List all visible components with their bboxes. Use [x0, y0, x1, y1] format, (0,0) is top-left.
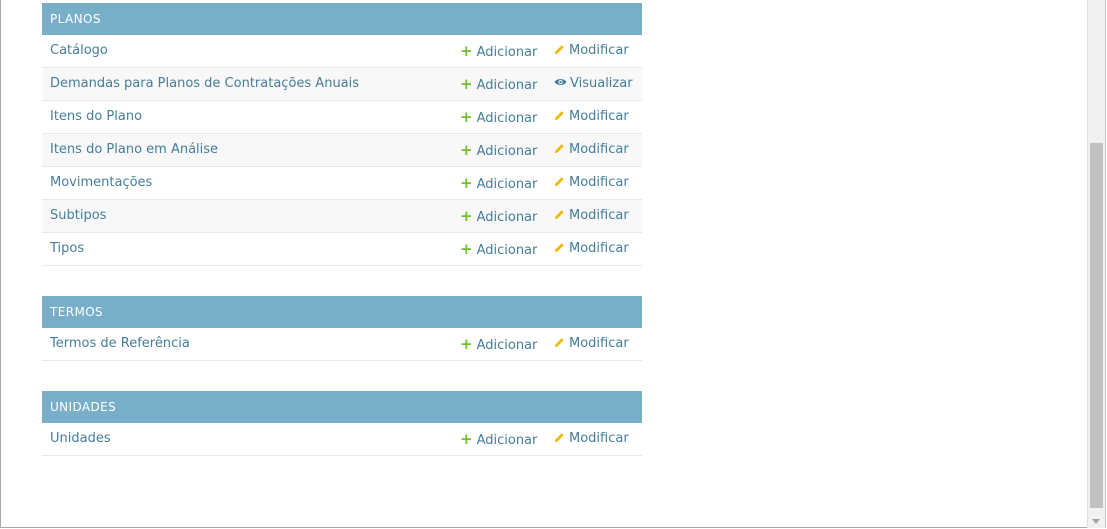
- change-link[interactable]: Modificar: [554, 423, 629, 455]
- model-link-tipos[interactable]: Tipos: [50, 233, 84, 265]
- add-link[interactable]: + Adicionar: [460, 68, 537, 102]
- add-link[interactable]: + Adicionar: [460, 35, 537, 69]
- add-label: Adicionar: [476, 210, 538, 225]
- module-planos: PLANOS Catálogo + Adicionar Modificar Dem…: [42, 3, 642, 266]
- change-label: Modificar: [569, 208, 629, 223]
- pencil-icon: [554, 338, 564, 348]
- add-link[interactable]: + Adicionar: [460, 101, 537, 135]
- change-label: Modificar: [569, 241, 629, 256]
- view-link[interactable]: Visualizar: [554, 68, 633, 100]
- table-row: Tipos + Adicionar Modificar: [42, 233, 642, 266]
- table-row: Termos de Referência + Adicionar Modifica…: [42, 328, 642, 361]
- add-link[interactable]: + Adicionar: [460, 328, 537, 362]
- plus-icon: +: [460, 42, 473, 60]
- view-label: Visualizar: [570, 76, 633, 91]
- plus-icon: +: [460, 335, 473, 353]
- module-unidades: UNIDADES Unidades + Adicionar Modificar: [42, 391, 642, 456]
- plus-icon: +: [460, 207, 473, 225]
- model-link-itens-em-analise[interactable]: Itens do Plano em Análise: [50, 134, 218, 166]
- change-label: Modificar: [569, 109, 629, 124]
- pencil-icon: [554, 243, 564, 253]
- scrollbar-thumb[interactable]: [1090, 143, 1103, 508]
- module-caption[interactable]: PLANOS: [42, 3, 642, 35]
- add-label: Adicionar: [476, 45, 538, 60]
- table-row: Movimentações + Adicionar Modificar: [42, 167, 642, 200]
- add-link[interactable]: + Adicionar: [460, 167, 537, 201]
- add-label: Adicionar: [476, 78, 538, 93]
- plus-icon: +: [460, 174, 473, 192]
- plus-icon: +: [460, 141, 473, 159]
- table-row: Catálogo + Adicionar Modificar: [42, 35, 642, 68]
- pencil-icon: [554, 45, 564, 55]
- model-link-movimentacoes[interactable]: Movimentações: [50, 167, 152, 199]
- change-label: Modificar: [569, 175, 629, 190]
- model-link-unidades[interactable]: Unidades: [50, 423, 111, 455]
- plus-icon: +: [460, 108, 473, 126]
- table-row: Itens do Plano + Adicionar Modificar: [42, 101, 642, 134]
- change-link[interactable]: Modificar: [554, 101, 629, 133]
- eye-icon: [554, 79, 567, 85]
- table-row: Demandas para Planos de Contratações Anu…: [42, 68, 642, 101]
- change-link[interactable]: Modificar: [554, 134, 629, 166]
- change-link[interactable]: Modificar: [554, 328, 629, 360]
- table-row: Itens do Plano em Análise + Adicionar Mod…: [42, 134, 642, 167]
- change-link[interactable]: Modificar: [554, 200, 629, 232]
- add-label: Adicionar: [476, 338, 538, 353]
- pencil-icon: [554, 210, 564, 220]
- change-label: Modificar: [569, 336, 629, 351]
- plus-icon: +: [460, 240, 473, 258]
- module-caption[interactable]: UNIDADES: [42, 391, 642, 423]
- change-link[interactable]: Modificar: [554, 167, 629, 199]
- app-list: PLANOS Catálogo + Adicionar Modificar Dem…: [42, 3, 642, 486]
- model-link-demandas[interactable]: Demandas para Planos de Contratações Anu…: [50, 68, 359, 100]
- model-link-itens-do-plano[interactable]: Itens do Plano: [50, 101, 142, 133]
- pencil-icon: [554, 177, 564, 187]
- pencil-icon: [554, 433, 564, 443]
- change-link[interactable]: Modificar: [554, 35, 629, 67]
- pencil-icon: [554, 144, 564, 154]
- model-link-subtipos[interactable]: Subtipos: [50, 200, 106, 232]
- change-link[interactable]: Modificar: [554, 233, 629, 265]
- module-caption[interactable]: TERMOS: [42, 296, 642, 328]
- change-label: Modificar: [569, 43, 629, 58]
- add-link[interactable]: + Adicionar: [460, 233, 537, 267]
- add-link[interactable]: + Adicionar: [460, 134, 537, 168]
- model-link-catalogo[interactable]: Catálogo: [50, 35, 108, 67]
- add-link[interactable]: + Adicionar: [460, 200, 537, 234]
- add-label: Adicionar: [476, 177, 538, 192]
- add-label: Adicionar: [476, 433, 538, 448]
- add-label: Adicionar: [476, 243, 538, 258]
- table-row: Unidades + Adicionar Modificar: [42, 423, 642, 456]
- pencil-icon: [554, 111, 564, 121]
- scroll-down-arrow-icon[interactable]: [1092, 519, 1100, 524]
- model-link-termos-de-referencia[interactable]: Termos de Referência: [50, 328, 190, 360]
- change-label: Modificar: [569, 142, 629, 157]
- table-row: Subtipos + Adicionar Modificar: [42, 200, 642, 233]
- vertical-scrollbar[interactable]: [1087, 0, 1105, 528]
- plus-icon: +: [460, 430, 473, 448]
- module-termos: TERMOS Termos de Referência + Adicionar M…: [42, 296, 642, 361]
- plus-icon: +: [460, 75, 473, 93]
- add-link[interactable]: + Adicionar: [460, 423, 537, 457]
- change-label: Modificar: [569, 431, 629, 446]
- add-label: Adicionar: [476, 144, 538, 159]
- add-label: Adicionar: [476, 111, 538, 126]
